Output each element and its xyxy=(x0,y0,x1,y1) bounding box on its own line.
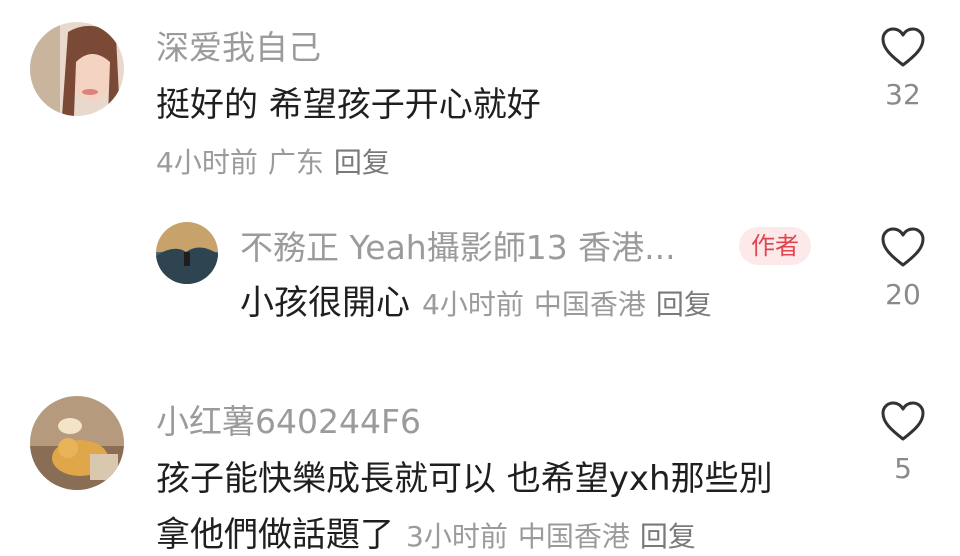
comment-location: 广东 xyxy=(267,146,324,179)
heart-outline-icon xyxy=(881,401,925,441)
avatar[interactable] xyxy=(156,222,218,284)
comment-time: 4小时前 xyxy=(156,146,258,179)
avatar[interactable] xyxy=(30,396,124,490)
reply-button[interactable]: 回复 xyxy=(656,288,712,321)
like-count: 32 xyxy=(885,78,921,111)
reply-body: 小孩很開心 4小时前 中国香港 回复 xyxy=(240,282,712,324)
reply-location: 中国香港 xyxy=(533,288,646,321)
like-count: 5 xyxy=(894,452,912,485)
like-button[interactable]: 20 xyxy=(863,226,943,312)
author-badge: 作者 xyxy=(739,227,811,265)
reply-button[interactable]: 回复 xyxy=(640,520,696,553)
comment-text: 挺好的 希望孩子开心就好 xyxy=(156,85,541,125)
comment-username[interactable]: 深爱我自己 xyxy=(156,28,321,68)
comment-username[interactable]: 小红薯640244F6 xyxy=(156,402,421,442)
reply-time: 4小时前 xyxy=(422,288,524,321)
comment-time: 3小时前 xyxy=(406,520,508,553)
comment-text-line2: 拿他們做話題了 xyxy=(156,515,394,555)
comment-meta: 4小时前 广东 回复 xyxy=(156,146,400,180)
comment-text-continued: 拿他們做話題了 3小时前 中国香港 回复 xyxy=(156,514,696,556)
reply-username[interactable]: 不務正 Yeah攝影師13 香港... xyxy=(240,228,676,268)
comment-text: 孩子能快樂成長就可以 也希望yxh那些別 xyxy=(156,459,773,499)
like-button[interactable]: 32 xyxy=(863,26,943,112)
like-button[interactable]: 5 xyxy=(863,400,943,486)
like-count: 20 xyxy=(885,278,921,311)
reply-text: 小孩很開心 xyxy=(240,283,410,323)
heart-outline-icon xyxy=(881,227,925,267)
reply-button[interactable]: 回复 xyxy=(334,146,390,179)
comment-location: 中国香港 xyxy=(517,520,630,553)
heart-outline-icon xyxy=(881,27,925,67)
avatar[interactable] xyxy=(30,22,124,116)
